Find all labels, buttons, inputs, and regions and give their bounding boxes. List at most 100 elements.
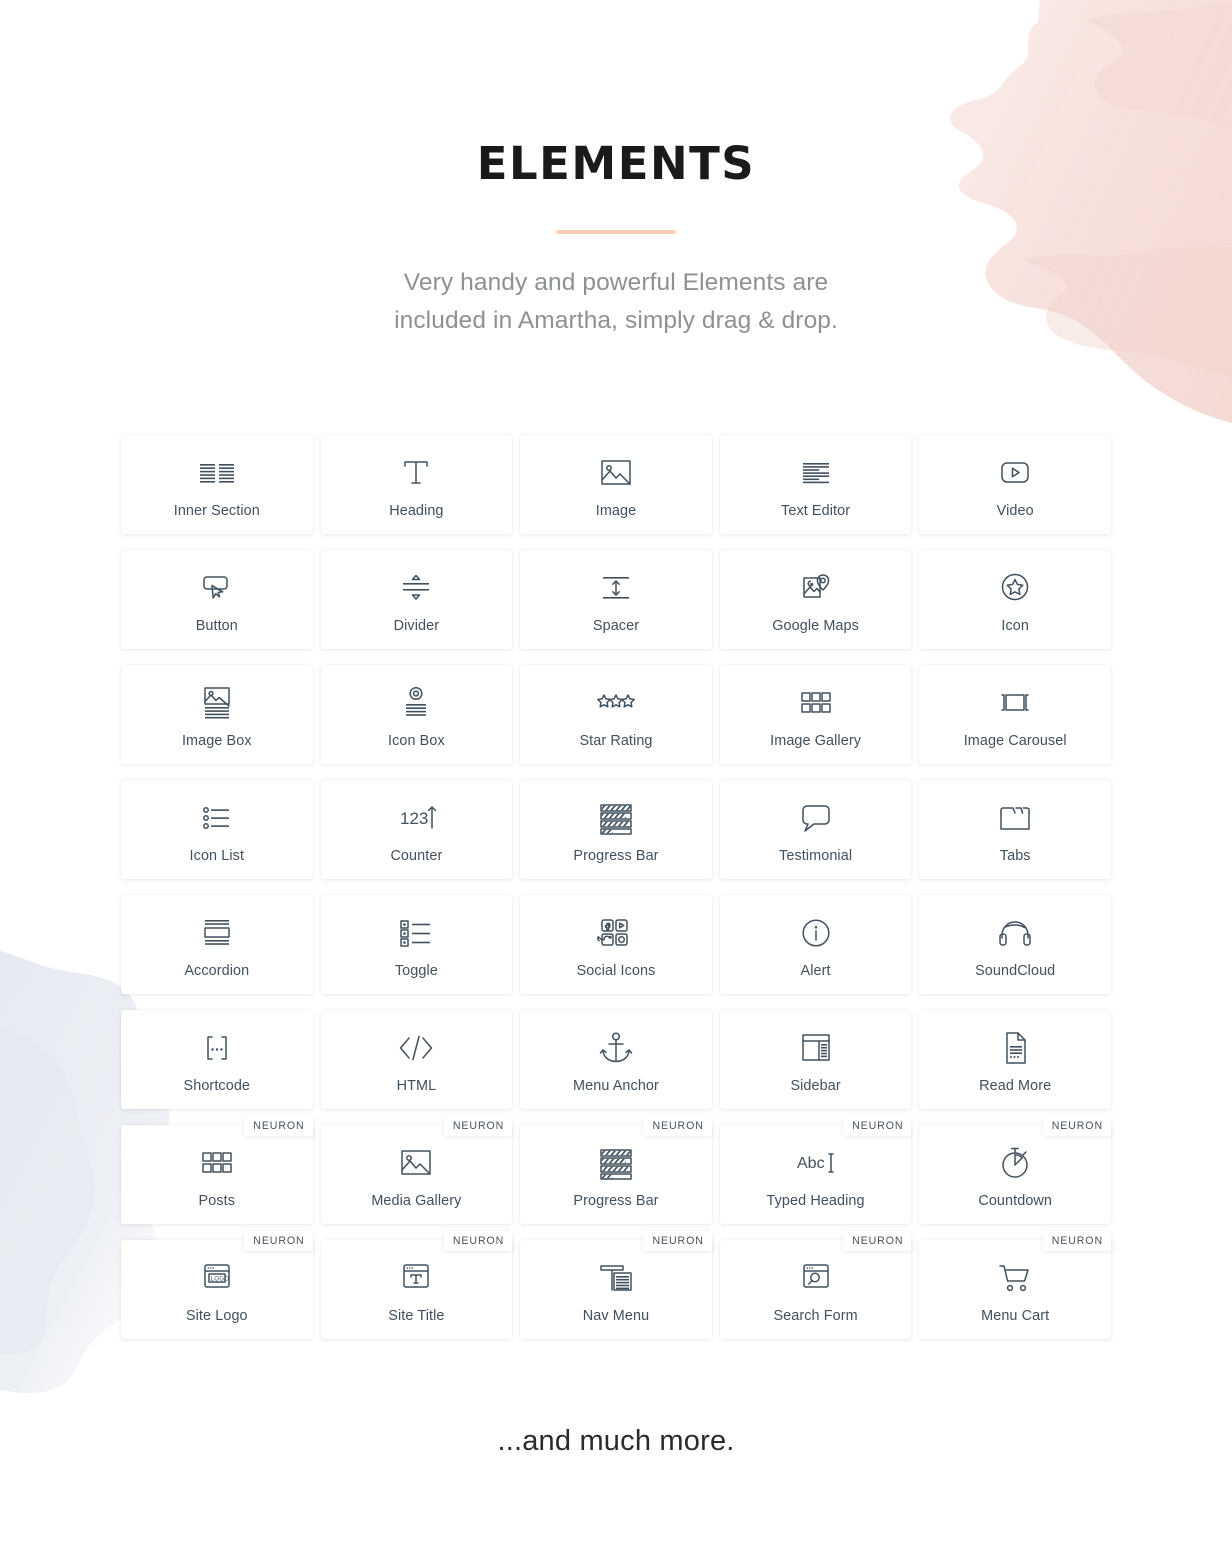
neuron-badge: NEURON bbox=[443, 1116, 513, 1136]
page-header: ELEMENTS Very handy and powerful Element… bbox=[0, 0, 1232, 340]
element-card[interactable]: HTML bbox=[320, 1010, 513, 1110]
element-card[interactable]: Icon bbox=[919, 550, 1111, 650]
element-card-label: Countdown bbox=[978, 1192, 1053, 1209]
element-card[interactable]: Progress Bar bbox=[520, 780, 712, 880]
progress-bar-icon bbox=[597, 1143, 635, 1183]
svg-text:Abc: Abc bbox=[797, 1155, 825, 1172]
page-subtitle: Very handy and powerful Elements are inc… bbox=[0, 264, 1232, 340]
grid-icon bbox=[798, 683, 834, 723]
element-card[interactable]: NEURON Media Gallery bbox=[320, 1116, 513, 1225]
text-editor-icon bbox=[798, 453, 834, 493]
heading-icon bbox=[399, 453, 433, 493]
element-card[interactable]: Text Editor bbox=[719, 435, 912, 535]
element-card[interactable]: Toggle bbox=[320, 895, 513, 995]
element-card[interactable]: NEURON Posts bbox=[121, 1116, 313, 1225]
element-card[interactable]: Inner Section bbox=[121, 435, 313, 535]
icon-box-icon bbox=[398, 683, 434, 723]
element-card[interactable]: Sidebar bbox=[719, 1010, 912, 1110]
element-card[interactable]: NEURON Menu Cart bbox=[919, 1231, 1111, 1340]
and-much-more-text: ...and much more. bbox=[497, 1425, 735, 1458]
info-circle-icon bbox=[799, 913, 833, 953]
element-card[interactable]: SoundCloud bbox=[919, 895, 1111, 995]
element-card-label: Icon Box bbox=[387, 732, 445, 749]
element-card[interactable]: Icon Box bbox=[320, 665, 513, 765]
element-card-label: Media Gallery bbox=[371, 1192, 462, 1209]
element-card[interactable]: Shortcode bbox=[121, 1010, 313, 1110]
typed-heading-icon: Abc bbox=[793, 1143, 839, 1183]
nav-menu-icon bbox=[597, 1258, 635, 1298]
element-card-label: Typed Heading bbox=[766, 1192, 865, 1209]
progress-bar-icon bbox=[597, 798, 635, 838]
element-card[interactable]: Social Icons bbox=[520, 895, 712, 995]
element-card-label: Video bbox=[996, 502, 1034, 519]
image-icon bbox=[598, 453, 634, 493]
element-card[interactable]: Tabs bbox=[919, 780, 1111, 880]
element-card[interactable]: Alert bbox=[719, 895, 912, 995]
element-card-label: Posts bbox=[198, 1192, 236, 1209]
element-card[interactable]: Icon List bbox=[121, 780, 313, 880]
neuron-badge: NEURON bbox=[244, 1231, 313, 1251]
button-icon bbox=[199, 568, 235, 608]
element-card[interactable]: NEURON LOGO Site Logo bbox=[121, 1231, 313, 1340]
neuron-badge: NEURON bbox=[1042, 1231, 1111, 1251]
element-card[interactable]: NEURON Site Title bbox=[320, 1231, 513, 1340]
carousel-icon bbox=[995, 683, 1035, 723]
svg-text:LOGO: LOGO bbox=[210, 1276, 229, 1282]
element-card[interactable]: Image Gallery bbox=[719, 665, 912, 765]
element-card[interactable]: Google Maps bbox=[719, 550, 912, 650]
element-card-label: Icon bbox=[1001, 617, 1029, 634]
element-card-label: Menu Cart bbox=[981, 1307, 1050, 1324]
element-card[interactable]: Image Carousel bbox=[919, 665, 1111, 765]
elements-grid-wrapper: Inner Section Heading Image Text Editor Vide… bbox=[121, 435, 1111, 1340]
divider-icon bbox=[398, 568, 434, 608]
element-card-label: Toggle bbox=[394, 962, 438, 979]
element-card[interactable]: Star Rating bbox=[520, 665, 712, 765]
element-card[interactable]: Image Box bbox=[121, 665, 313, 765]
element-card[interactable]: Spacer bbox=[520, 550, 712, 650]
element-card[interactable]: Video bbox=[919, 435, 1111, 535]
element-card[interactable]: Button bbox=[121, 550, 313, 650]
element-card-label: Heading bbox=[389, 502, 444, 519]
google-maps-icon bbox=[798, 568, 834, 608]
element-card-label: Star Rating bbox=[579, 732, 653, 749]
speech-bubble-icon bbox=[798, 798, 834, 838]
element-card-label: Google Maps bbox=[772, 617, 859, 634]
element-card[interactable]: 123 Counter bbox=[320, 780, 513, 880]
image-icon bbox=[398, 1143, 434, 1183]
element-card[interactable]: Image bbox=[520, 435, 712, 535]
shortcode-icon bbox=[199, 1028, 235, 1068]
element-card[interactable]: NEURON Abc Typed Heading bbox=[719, 1116, 912, 1225]
element-card-label: Search Form bbox=[773, 1307, 858, 1324]
element-card[interactable]: Accordion bbox=[121, 895, 313, 995]
element-card[interactable]: NEURON Nav Menu bbox=[520, 1231, 712, 1340]
neuron-badge: NEURON bbox=[843, 1231, 912, 1251]
elements-showcase-page: ELEMENTS Very handy and powerful Element… bbox=[0, 0, 1232, 1546]
element-card-label: Image Box bbox=[181, 732, 252, 749]
element-card[interactable]: NEURON Progress Bar bbox=[520, 1116, 712, 1225]
neuron-badge: NEURON bbox=[443, 1231, 513, 1251]
element-card[interactable]: Heading bbox=[320, 435, 513, 535]
svg-text:123: 123 bbox=[400, 809, 428, 828]
element-card-label: Alert bbox=[800, 962, 831, 979]
video-icon bbox=[996, 453, 1034, 493]
element-card[interactable]: Divider bbox=[320, 550, 513, 650]
element-card[interactable]: Menu Anchor bbox=[520, 1010, 712, 1110]
cart-icon bbox=[996, 1258, 1034, 1298]
title-underline-rule bbox=[556, 230, 676, 235]
element-card-label: Image Gallery bbox=[770, 732, 862, 749]
element-card[interactable]: NEURON Search Form bbox=[719, 1231, 912, 1340]
element-card[interactable]: NEURON Countdown bbox=[919, 1116, 1111, 1225]
icon-list-icon bbox=[199, 798, 235, 838]
element-card[interactable]: Read More bbox=[919, 1010, 1111, 1110]
element-card[interactable]: Testimonial bbox=[719, 780, 912, 880]
element-card-label: Divider bbox=[393, 617, 440, 634]
grid-icon bbox=[199, 1143, 235, 1183]
neuron-badge: NEURON bbox=[1042, 1116, 1111, 1136]
element-card-label: Inner Section bbox=[173, 502, 260, 519]
tabs-icon bbox=[996, 798, 1034, 838]
neuron-badge: NEURON bbox=[643, 1231, 712, 1251]
element-card-label: Social Icons bbox=[576, 962, 656, 979]
element-card-label: Tabs bbox=[999, 847, 1031, 864]
star-circle-icon bbox=[997, 568, 1033, 608]
neuron-badge: NEURON bbox=[643, 1116, 712, 1136]
